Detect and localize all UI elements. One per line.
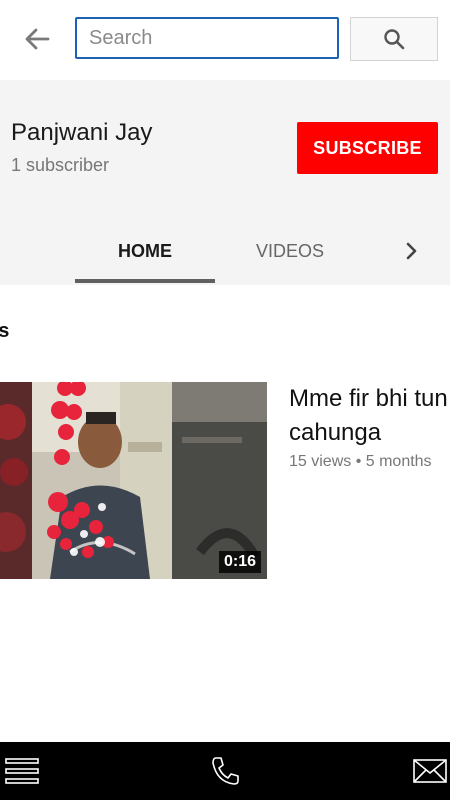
channel-header: Panjwani Jay 1 subscriber SUBSCRIBE HOME… bbox=[0, 80, 450, 285]
subscribe-button[interactable]: SUBSCRIBE bbox=[297, 122, 438, 174]
bottom-bar bbox=[0, 742, 450, 800]
tab-videos[interactable]: VIDEOS bbox=[225, 230, 355, 285]
subscriber-count: 1 subscriber bbox=[11, 155, 110, 175]
menu-icon bbox=[5, 758, 39, 784]
search-input[interactable] bbox=[75, 17, 339, 59]
tab-home-label: HOME bbox=[118, 241, 172, 261]
video-title-line-2: cahunga bbox=[289, 419, 382, 446]
mail-icon bbox=[413, 759, 447, 783]
tab-home[interactable]: HOME bbox=[75, 230, 215, 285]
page: Panjwani Jay 1 subscriber SUBSCRIBE HOME… bbox=[0, 0, 450, 800]
video-duration: 0:16 bbox=[218, 551, 261, 573]
video-title[interactable]: Mme fir bhi tun cahunga bbox=[289, 382, 450, 450]
search-button[interactable] bbox=[350, 17, 438, 61]
video-meta: 15 views • 5 months bbox=[289, 453, 432, 470]
search-icon bbox=[384, 29, 405, 50]
video-thumbnail-image bbox=[0, 382, 267, 579]
channel-name: Panjwani Jay bbox=[11, 119, 153, 146]
tab-active-indicator bbox=[75, 279, 215, 283]
tab-videos-label: VIDEOS bbox=[255, 241, 325, 261]
channel-tabs: HOME VIDEOS bbox=[0, 230, 450, 285]
phone-button[interactable] bbox=[207, 754, 243, 788]
video-title-line-1: Mme fir bhi tun bbox=[289, 385, 448, 412]
menu-button[interactable] bbox=[4, 754, 40, 788]
tabs-next-button[interactable] bbox=[395, 230, 429, 272]
back-button[interactable] bbox=[20, 22, 54, 56]
section-title: ds bbox=[0, 320, 10, 342]
chevron-right-icon bbox=[406, 242, 417, 260]
search-bar bbox=[0, 0, 450, 81]
mail-button[interactable] bbox=[412, 754, 448, 788]
arrow-left-icon bbox=[25, 28, 50, 50]
video-thumbnail[interactable]: 0:16 bbox=[0, 382, 267, 579]
phone-icon bbox=[212, 757, 239, 785]
